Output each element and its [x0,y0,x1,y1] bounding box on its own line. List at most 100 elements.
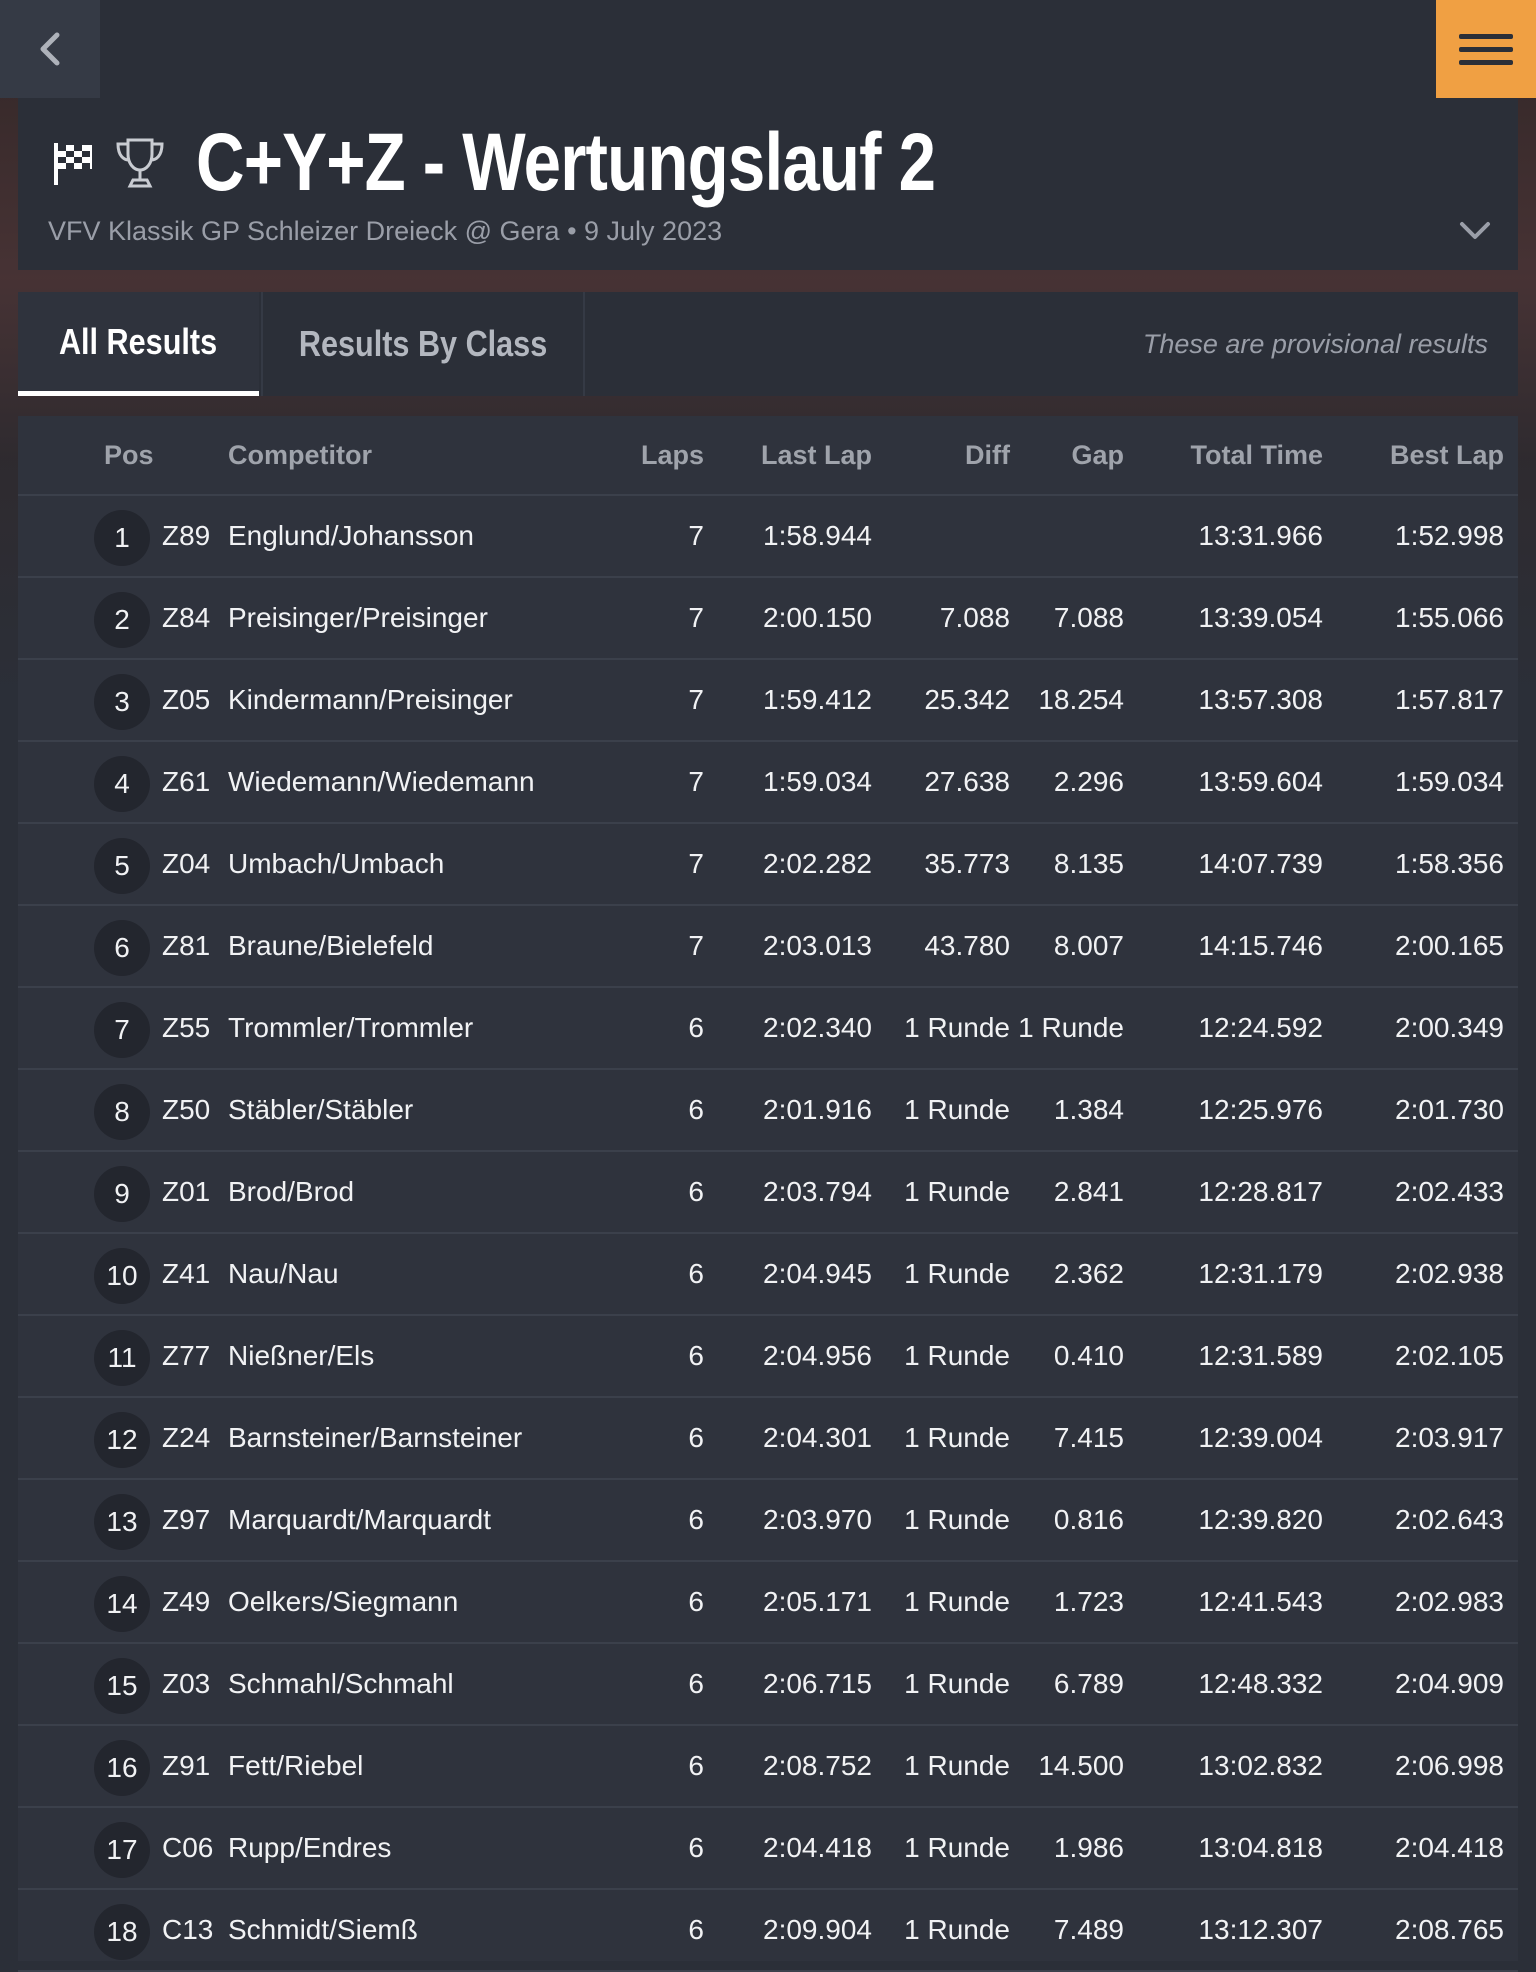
competitor-number: Z24 [162,1422,211,1453]
total-time-cell: 13:31.966 [1198,520,1323,551]
last-lap-cell: 2:09.904 [763,1914,872,1945]
position-badge: 3 [94,674,150,730]
laps-cell: 6 [688,1422,704,1453]
tab-results-by-class[interactable]: Results By Class [261,292,585,396]
table-row[interactable]: 15 Z03 Schmahl/Schmahl 6 2:06.715 1 Runde 6.78… [18,1644,1518,1726]
total-time-cell: 12:39.004 [1198,1422,1323,1453]
gap-cell: 14.500 [1038,1750,1124,1781]
competitor-number: C13 [162,1914,214,1945]
chevron-down-icon[interactable] [1458,216,1492,246]
competitor-number: Z50 [162,1094,211,1125]
best-lap-cell: 2:04.418 [1395,1832,1504,1863]
best-lap-cell: 2:02.983 [1395,1586,1504,1617]
table-row[interactable]: 17 C06 Rupp/Endres 6 2:04.418 1 Runde 1.986 13:… [18,1808,1518,1890]
results-table: Pos Competitor Laps Last Lap Diff Gap To… [18,416,1518,1972]
laps-cell: 6 [688,1258,704,1289]
total-time-cell: 14:15.746 [1198,930,1323,961]
competitor-number: Z97 [162,1504,211,1535]
table-row[interactable]: 4 Z61 Wiedemann/Wiedemann 7 1:59.034 27.638 2.… [18,742,1518,824]
gap-cell: 1.723 [1053,1586,1124,1617]
column-header-pos[interactable]: Pos [104,416,154,494]
diff-cell: 1 Runde [904,1668,1010,1699]
results-tabs: All Results Results By Class These are p… [18,292,1518,396]
last-lap-cell: 2:00.150 [763,602,872,633]
position-badge: 18 [94,1904,150,1960]
table-row[interactable]: 14 Z49 Oelkers/Siegmann 6 2:05.171 1 Runde 1.7… [18,1562,1518,1644]
total-time-cell: 12:31.589 [1198,1340,1323,1371]
column-header-laps[interactable]: Laps [618,416,704,494]
table-row[interactable]: 7 Z55 Trommler/Trommler 6 2:02.340 1 Runde 1 R… [18,988,1518,1070]
competitor-number: Z03 [162,1668,211,1699]
provisional-note: These are provisional results [1142,328,1488,359]
tab-all-results[interactable]: All Results [18,292,259,396]
table-row[interactable]: 11 Z77 Nießner/Els 6 2:04.956 1 Runde 0.410 12:… [18,1316,1518,1398]
total-time-cell: 12:31.179 [1198,1258,1323,1289]
position-badge: 6 [94,920,150,976]
event-subtitle: VFV Klassik GP Schleizer Dreieck @ Gera … [48,216,723,246]
gap-cell: 0.816 [1053,1504,1124,1535]
table-row[interactable]: 5 Z04 Umbach/Umbach 7 2:02.282 35.773 8.135 14:… [18,824,1518,906]
laps-cell: 6 [688,1094,704,1125]
last-lap-cell: 2:03.013 [763,930,872,961]
trophy-icon [116,138,164,188]
table-row[interactable]: 18 C13 Schmidt/Siemß 6 2:09.904 1 Runde 7.489 1… [18,1890,1518,1972]
last-lap-cell: 2:01.916 [763,1094,872,1125]
diff-cell: 1 Runde [904,1504,1010,1535]
table-row[interactable]: 1 Z89 Englund/Johansson 7 1:58.944 13:31.966 1… [18,496,1518,578]
column-header-total-time[interactable]: Total Time [1138,416,1323,494]
column-header-competitor[interactable]: Competitor [228,416,372,494]
position-badge: 13 [94,1494,150,1550]
laps-cell: 7 [688,602,704,633]
laps-cell: 6 [688,1176,704,1207]
total-time-cell: 12:24.592 [1198,1012,1323,1043]
gap-cell [1018,496,1124,576]
competitor-name: Oelkers/Siegmann [228,1586,459,1617]
best-lap-cell: 2:00.165 [1395,930,1504,961]
table-row[interactable]: 16 Z91 Fett/Riebel 6 2:08.752 1 Runde 14.500 13… [18,1726,1518,1808]
competitor-number: Z84 [162,602,211,633]
column-header-gap[interactable]: Gap [1018,416,1124,494]
best-lap-cell: 1:52.998 [1395,520,1504,551]
diff-cell: 35.773 [924,848,1010,879]
competitor-number: Z61 [162,766,211,797]
table-row[interactable]: 3 Z05 Kindermann/Preisinger 7 1:59.412 25.342… [18,660,1518,742]
last-lap-cell: 1:59.412 [763,684,872,715]
gap-cell: 2.296 [1053,766,1124,797]
competitor-name: Marquardt/Marquardt [228,1504,492,1535]
column-header-best-lap[interactable]: Best Lap [1338,416,1504,494]
table-row[interactable]: 2 Z84 Preisinger/Preisinger 7 2:00.150 7.088 7… [18,578,1518,660]
competitor-number: Z41 [162,1258,211,1289]
competitor-name: Umbach/Umbach [228,848,445,879]
best-lap-cell: 1:57.817 [1395,684,1504,715]
gap-cell: 8.135 [1053,848,1124,879]
table-row[interactable]: 6 Z81 Braune/Bielefeld 7 2:03.013 43.780 8.007… [18,906,1518,988]
laps-cell: 7 [688,684,704,715]
position-badge: 11 [94,1330,150,1386]
total-time-cell: 13:02.832 [1198,1750,1323,1781]
total-time-cell: 13:39.054 [1198,602,1323,633]
back-button[interactable] [0,0,100,98]
last-lap-cell: 2:06.715 [763,1668,872,1699]
last-lap-cell: 2:02.340 [763,1012,872,1043]
table-row[interactable]: 8 Z50 Stäbler/Stäbler 6 2:01.916 1 Runde 1.384… [18,1070,1518,1152]
best-lap-cell: 2:02.105 [1395,1340,1504,1371]
table-row[interactable]: 13 Z97 Marquardt/Marquardt 6 2:03.970 1 Runde… [18,1480,1518,1562]
last-lap-cell: 2:04.418 [763,1832,872,1863]
menu-button[interactable] [1436,0,1536,98]
competitor-name: Englund/Johansson [228,520,474,551]
competitor-name: Fett/Riebel [228,1750,364,1781]
table-row[interactable]: 12 Z24 Barnsteiner/Barnsteiner 6 2:04.301 1 R… [18,1398,1518,1480]
total-time-cell: 12:25.976 [1198,1094,1323,1125]
laps-cell: 6 [688,1832,704,1863]
column-header-last-lap[interactable]: Last Lap [718,416,872,494]
column-header-diff[interactable]: Diff [882,416,1010,494]
total-time-cell: 12:28.817 [1198,1176,1323,1207]
table-row[interactable]: 10 Z41 Nau/Nau 6 2:04.945 1 Runde 2.362 12:31.1… [18,1234,1518,1316]
last-lap-cell: 2:04.956 [763,1340,872,1371]
last-lap-cell: 2:03.794 [763,1176,872,1207]
table-row[interactable]: 9 Z01 Brod/Brod 6 2:03.794 1 Runde 2.841 12:28.… [18,1152,1518,1234]
competitor-name: Nießner/Els [228,1340,375,1371]
diff-cell: 1 Runde [904,1012,1010,1043]
gap-cell: 1.384 [1053,1094,1124,1125]
last-lap-cell: 1:59.034 [763,766,872,797]
